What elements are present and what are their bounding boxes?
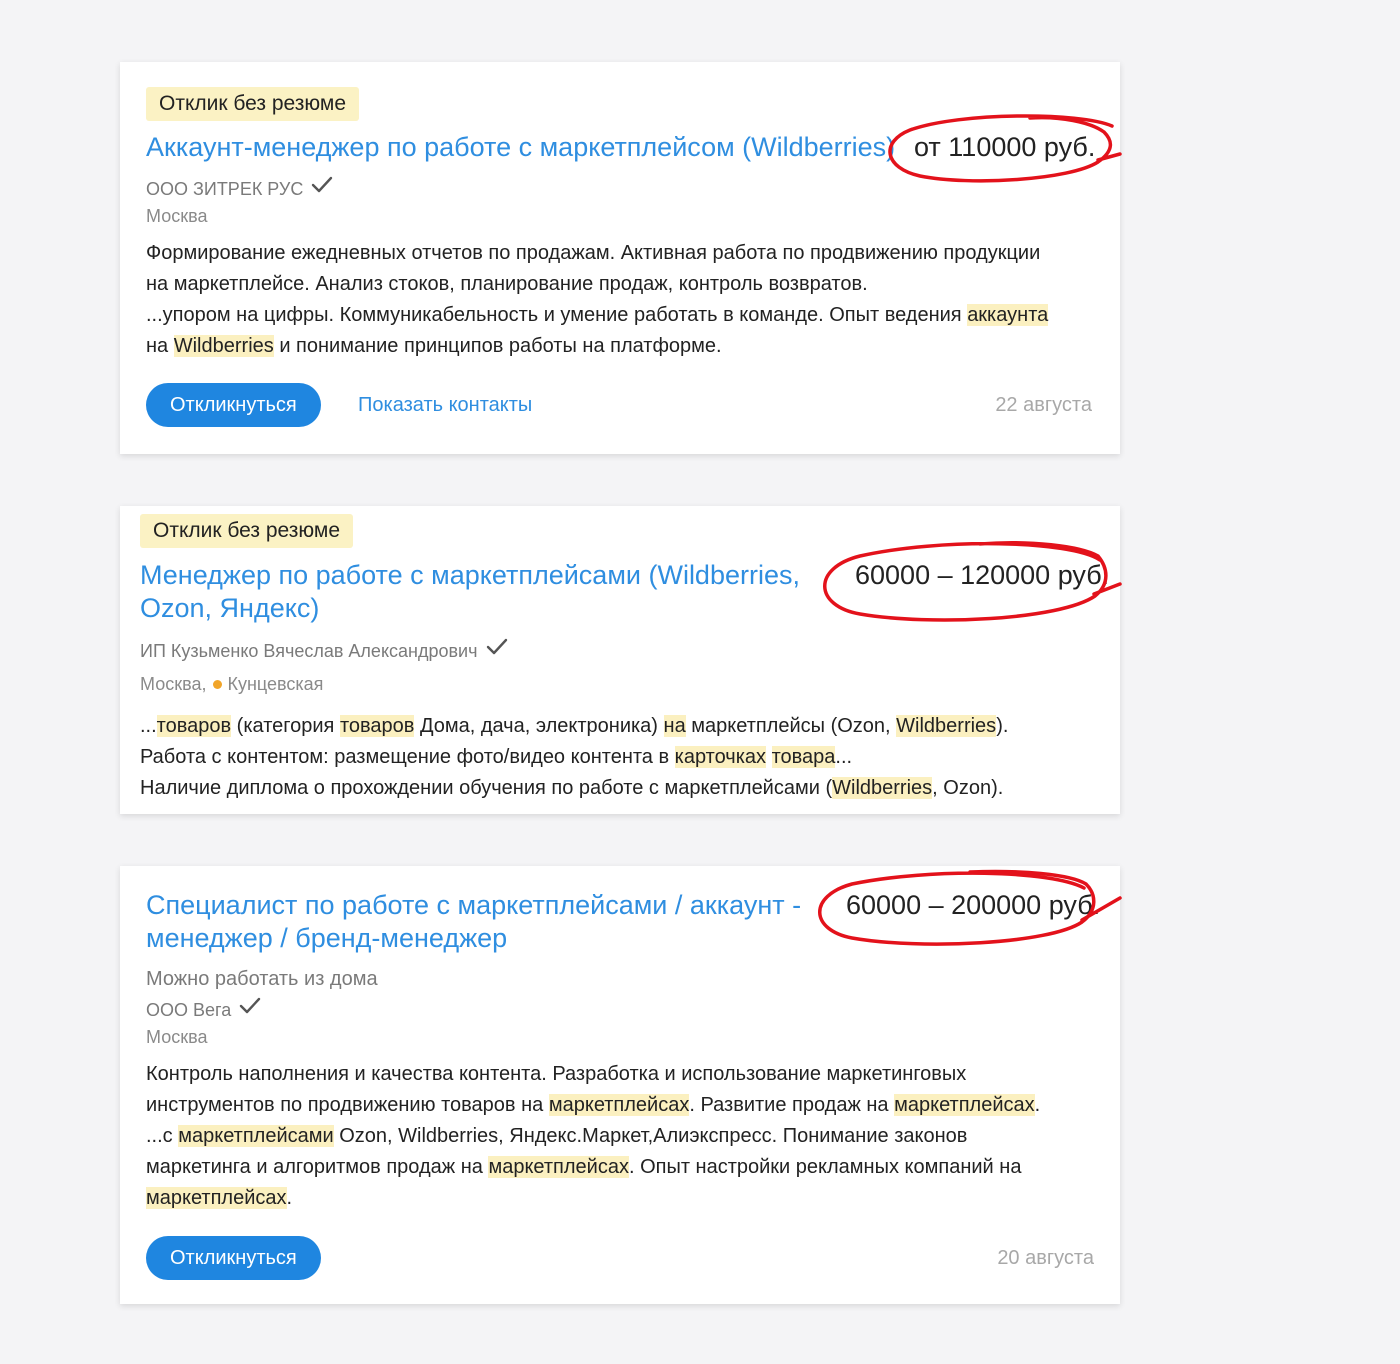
respond-button[interactable]: Откликнуться xyxy=(146,383,321,427)
verified-check-icon xyxy=(239,997,261,1020)
description-text: . xyxy=(286,1187,293,1209)
highlighted-keyword: Wildberries xyxy=(173,335,274,357)
highlighted-keyword: маркетплейсах xyxy=(488,1156,629,1178)
city: Москва, xyxy=(140,674,207,694)
vacancy-description: Формирование ежедневных отчетов по прода… xyxy=(146,238,1049,362)
publication-date: 20 августа xyxy=(997,1247,1094,1269)
description-line: Контроль наполнения и качества контента.… xyxy=(146,1059,1040,1090)
vacancy-title[interactable]: Менеджер по работе с маркетплейсами (Wil… xyxy=(140,559,800,625)
description-text: ... xyxy=(835,746,853,768)
vacancy-card: Специалист по работе с маркетплейсами / … xyxy=(120,866,1120,1304)
city: Москва xyxy=(146,1027,208,1047)
salary: 60000 – 120000 руб. xyxy=(855,560,1110,590)
description-line: маркетплейсах. xyxy=(146,1183,1040,1214)
vacancy-description: ...товаров (категория товаров Дома, дача… xyxy=(140,711,1008,804)
highlighted-keyword: маркетплейсах xyxy=(894,1094,1035,1116)
description-text: (категория xyxy=(231,715,340,737)
description-line: на маркетплейсе. Анализ стоков, планиров… xyxy=(146,269,1048,300)
verified-check-icon xyxy=(486,638,508,661)
employer-name-text[interactable]: ООО ЗИТРЕК РУС xyxy=(146,179,303,199)
highlighted-keyword: карточках xyxy=(674,746,767,768)
metro-line-icon xyxy=(213,679,223,689)
description-text: Формирование ежедневных отчетов по прода… xyxy=(146,242,1041,264)
description-line: инструментов по продвижению товаров на м… xyxy=(146,1090,1040,1121)
highlighted-keyword: маркетплейсами xyxy=(178,1125,334,1147)
no-resume-badge: Отклик без резюме xyxy=(146,87,360,121)
description-text xyxy=(766,746,772,768)
description-text: Дома, дача, электроника) xyxy=(414,715,664,737)
highlighted-keyword: товаров xyxy=(339,715,415,737)
vacancy-card: Отклик без резюме Аккаунт-менеджер по ра… xyxy=(120,62,1120,454)
publication-date: 22 августа xyxy=(995,394,1092,416)
description-text: . xyxy=(1034,1094,1041,1116)
vacancy-title[interactable]: Специалист по работе с маркетплейсами / … xyxy=(146,889,801,955)
employer-name-text[interactable]: ООО Вега xyxy=(146,1000,231,1020)
description-line: на Wildberries и понимание принципов раб… xyxy=(146,331,1048,362)
description-text: на маркетплейсе. Анализ стоков, планиров… xyxy=(146,273,868,295)
description-text: инструментов по продвижению товаров на xyxy=(146,1094,549,1116)
description-text: . Опыт настройки рекламных компаний на xyxy=(628,1156,1022,1178)
vacancy-title-line[interactable]: Аккаунт-менеджер по работе с маркетплейс… xyxy=(146,131,895,164)
description-line: ...с маркетплейсами Ozon, Wildberries, Я… xyxy=(146,1121,1040,1152)
verified-check-icon xyxy=(311,176,333,199)
description-line: ...товаров (категория товаров Дома, дача… xyxy=(140,711,1008,742)
description-text: Ozon, Wildberries, Яндекс.Маркет,Алиэксп… xyxy=(333,1125,968,1147)
description-text: ...с xyxy=(146,1125,179,1147)
description-text: , Ozon). xyxy=(932,777,1004,799)
vacancy-card: Отклик без резюме Менеджер по работе с м… xyxy=(120,506,1120,814)
description-text: Работа с контентом: размещение фото/виде… xyxy=(140,746,675,768)
description-text: Контроль наполнения и качества контента.… xyxy=(146,1063,967,1085)
vacancy-title-line[interactable]: Менеджер по работе с маркетплейсами (Wil… xyxy=(140,559,800,592)
description-text: . Развитие продаж на xyxy=(689,1094,895,1116)
vacancy-description: Контроль наполнения и качества контента.… xyxy=(146,1059,1040,1214)
description-text: маркетинга и алгоритмов продаж на xyxy=(146,1156,489,1178)
salary: от 110000 руб. xyxy=(914,132,1096,162)
highlighted-keyword: товара xyxy=(771,746,836,768)
highlighted-keyword: на xyxy=(663,715,686,737)
vacancy-title-line[interactable]: Ozon, Яндекс) xyxy=(140,592,800,625)
remote-work-note: Можно работать из дома xyxy=(146,968,378,990)
highlighted-keyword: маркетплейсах xyxy=(548,1094,690,1116)
description-text: Наличие диплома о прохождении обучения п… xyxy=(140,777,833,799)
location: Москва, Кунцевская xyxy=(140,673,323,695)
city: Москва xyxy=(146,206,208,226)
no-resume-badge: Отклик без резюме xyxy=(140,514,354,548)
description-text: ...упором на цифры. Коммуникабельность и… xyxy=(146,304,968,326)
description-line: ...упором на цифры. Коммуникабельность и… xyxy=(146,300,1049,331)
employer-name[interactable]: ИП Кузьменко Вячеслав Александрович xyxy=(140,638,508,662)
highlighted-keyword: товаров xyxy=(156,715,232,737)
description-text: и понимание принципов работы на платформ… xyxy=(273,335,722,357)
description-text: на xyxy=(146,335,174,357)
description-text: ... xyxy=(140,715,157,737)
highlighted-keyword: Wildberries xyxy=(832,777,933,799)
metro-station: Кунцевская xyxy=(227,674,324,694)
employer-name-text[interactable]: ИП Кузьменко Вячеслав Александрович xyxy=(140,641,478,661)
salary: 60000 – 200000 руб. xyxy=(846,890,1101,920)
description-line: маркетинга и алгоритмов продаж на маркет… xyxy=(146,1152,1040,1183)
description-text: ). xyxy=(996,715,1009,737)
description-text: маркетплейсы (Ozon, xyxy=(685,715,897,737)
employer-name[interactable]: ООО Вега xyxy=(146,997,261,1021)
highlighted-keyword: аккаунта xyxy=(967,304,1049,326)
description-line: Наличие диплома о прохождении обучения п… xyxy=(140,773,1008,804)
vacancy-title-line[interactable]: менеджер / бренд-менеджер xyxy=(146,922,801,955)
vacancy-title-line[interactable]: Специалист по работе с маркетплейсами / … xyxy=(146,889,801,922)
description-line: Формирование ежедневных отчетов по прода… xyxy=(146,238,1048,269)
highlighted-keyword: маркетплейсах xyxy=(146,1187,287,1209)
respond-button[interactable]: Откликнуться xyxy=(146,1236,321,1280)
description-line: Работа с контентом: размещение фото/виде… xyxy=(140,742,1008,773)
employer-name[interactable]: ООО ЗИТРЕК РУС xyxy=(146,176,333,200)
show-contacts-link[interactable]: Показать контакты xyxy=(358,383,532,427)
page: Отклик без резюме Аккаунт-менеджер по ра… xyxy=(0,0,1400,1364)
highlighted-keyword: Wildberries xyxy=(896,715,997,737)
vacancy-title[interactable]: Аккаунт-менеджер по работе с маркетплейс… xyxy=(146,131,895,164)
